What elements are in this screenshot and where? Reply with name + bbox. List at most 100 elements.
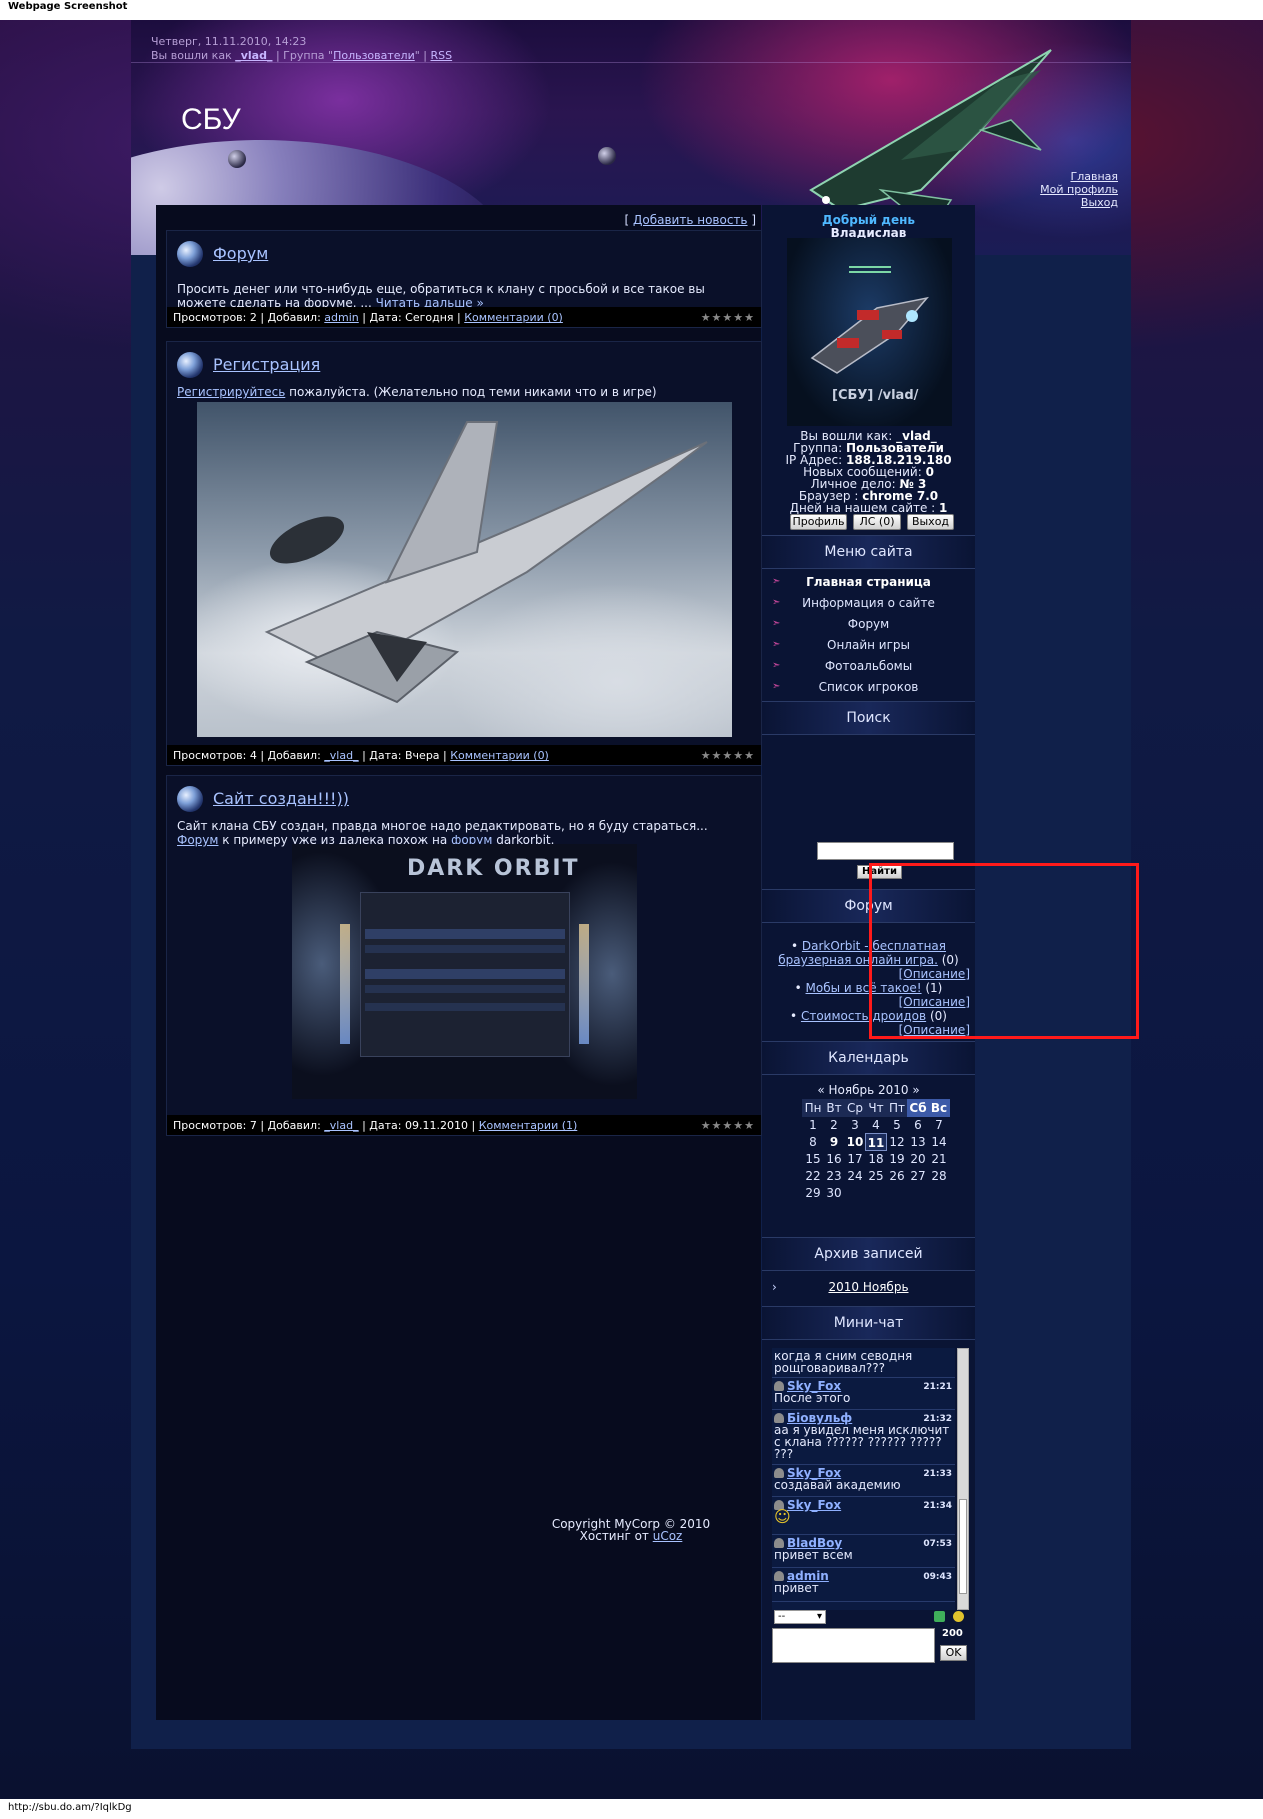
fighter-jet-drawing [264, 421, 708, 704]
author-link[interactable]: admin [324, 311, 358, 324]
rating-stars[interactable]: ★★★★★ [701, 1119, 755, 1132]
author-link[interactable]: _vlad_ [324, 749, 358, 762]
menu-item-info[interactable]: ➣ Информация о сайте [762, 594, 975, 612]
screenshot-caption: Webpage Screenshot [0, 0, 1263, 20]
menu-item-games[interactable]: ➣ Онлайн игры [762, 636, 975, 654]
logout-button[interactable]: Выход [907, 514, 954, 530]
rating-stars[interactable]: ★★★★★ [701, 749, 755, 762]
nav-profile-link[interactable]: Мой профиль [1040, 183, 1118, 196]
register-link[interactable]: Регистрируйтесь [177, 385, 285, 399]
moon-graphic [598, 147, 616, 165]
globe-icon [177, 241, 203, 267]
views-count: 7 [249, 1119, 257, 1132]
post-text: Регистрируйтесь пожалуйста. (Желательно … [177, 385, 752, 399]
comments-link[interactable]: Комментарии (1) [479, 1119, 578, 1132]
added-label: | Добавил: [260, 749, 321, 762]
date-label: | Дата: [362, 749, 402, 762]
chat-text: когда я сним севодня рощговаривал??? [774, 1349, 913, 1375]
content-column: [ Добавить новость ] Форум Просить денег… [156, 205, 762, 1720]
chat-username[interactable]: Sky_Fox [787, 1498, 841, 1512]
nav-home-link[interactable]: Главная [1040, 170, 1118, 183]
calendar-day: 4 [872, 1118, 880, 1132]
calendar-next[interactable]: » [912, 1083, 919, 1097]
calendar-day: 5 [893, 1118, 901, 1132]
chat-time: 21:33 [923, 1469, 952, 1479]
calendar-weekday: Ср [844, 1099, 866, 1117]
chat-message-header: Sky_Fox 21:34 [774, 1499, 953, 1511]
info-row: Дней на нашем сайте : 1 [789, 501, 948, 515]
add-news-link[interactable]: Добавить новость [633, 213, 747, 227]
arrow-icon: ➣ [772, 618, 781, 629]
add-news: [ Добавить новость ] [624, 213, 756, 227]
calendar-day[interactable]: 9 [823, 1133, 845, 1151]
search-title: Поиск [762, 701, 975, 735]
archive-link[interactable]: 2010 Ноябрь [828, 1280, 908, 1294]
menu-item-players[interactable]: ➣ Список игроков [762, 678, 975, 696]
chat-send-button[interactable]: OK [940, 1645, 967, 1661]
chat-message: admin 09:43 привет [772, 1568, 955, 1602]
views-label: Просмотров: [173, 311, 247, 324]
calendar-weekday: Пт [886, 1099, 908, 1117]
avatar-stripe [849, 266, 891, 268]
calendar-prev[interactable]: « [817, 1083, 824, 1097]
calendar-day: 24 [847, 1169, 863, 1183]
group-prefix: | Группа " [275, 49, 334, 62]
post-text: Просить денег или что-нибудь еще, обрати… [177, 282, 752, 310]
calendar-day: 1 [809, 1118, 817, 1132]
comments-link[interactable]: Комментарии (0) [450, 749, 549, 762]
site-title: СБУ [181, 103, 241, 136]
chat-smile-select[interactable]: -- ▾ [774, 1610, 826, 1624]
smile-icon[interactable] [953, 1611, 964, 1622]
calendar-day: 16 [826, 1152, 842, 1166]
header-divider [131, 62, 1131, 63]
archive-title: Архив записей [762, 1237, 975, 1271]
logged-prefix: Вы вошли как [151, 49, 232, 62]
menu-item-forum[interactable]: ➣ Форум [762, 615, 975, 633]
chat-message-input[interactable] [772, 1628, 935, 1663]
calendar-day: 19 [889, 1152, 905, 1166]
calendar-day[interactable]: 10 [844, 1133, 866, 1151]
chat-message: когда я сним севодня рощговаривал??? [772, 1348, 955, 1378]
rss-link[interactable]: RSS [431, 49, 453, 62]
fighter-jet-image [197, 402, 732, 737]
status-url: http://sbu.do.am/?IqlkDg [0, 1799, 1263, 1819]
user-buttons: Профиль ЛС (0) Выход [790, 514, 980, 530]
calendar-title: Календарь [762, 1041, 975, 1075]
added-label: | Добавил: [260, 311, 321, 324]
calendar-day: 13 [910, 1135, 926, 1149]
comments-link[interactable]: Комментарии (0) [464, 311, 563, 324]
messages-button[interactable]: ЛС (0) [853, 514, 901, 530]
author-link[interactable]: _vlad_ [324, 1119, 358, 1132]
refresh-icon[interactable] [934, 1611, 945, 1622]
chat-time: 21:34 [923, 1501, 952, 1511]
search-input[interactable] [817, 842, 954, 860]
menu-item-home[interactable]: ➣ Главная страница [762, 573, 975, 591]
user-icon [774, 1381, 784, 1391]
rating-stars[interactable]: ★★★★★ [701, 311, 755, 324]
profile-button[interactable]: Профиль [790, 514, 847, 530]
ucoz-link[interactable]: uCoz [653, 1529, 683, 1543]
post-title-link[interactable]: Форум [213, 244, 268, 263]
chat-text: привет [774, 1581, 819, 1595]
post-title-link[interactable]: Сайт создан!!!)) [213, 789, 349, 808]
user-icon [774, 1571, 784, 1581]
calendar-day: 12 [889, 1135, 905, 1149]
calendar-day: 28 [931, 1169, 947, 1183]
post-title-link[interactable]: Регистрация [213, 355, 320, 374]
calendar-day: 22 [805, 1169, 821, 1183]
nav-logout-link[interactable]: Выход [1040, 196, 1118, 209]
calendar-day[interactable]: 11 [865, 1133, 887, 1151]
menu-item-photos[interactable]: ➣ Фотоальбомы [762, 657, 975, 675]
calendar-day: 25 [868, 1169, 884, 1183]
user-link[interactable]: _vlad_ [235, 49, 272, 62]
calendar-weekday: Сб [907, 1099, 929, 1117]
avatar: [СБУ] /vlad/ [787, 238, 952, 426]
group-suffix: " | [414, 49, 428, 62]
chat-scrollbar[interactable] [957, 1348, 969, 1610]
scroll-thumb[interactable] [959, 1499, 967, 1594]
group-link[interactable]: Пользователи [333, 49, 415, 62]
avatar-tag: [СБУ] /vlad/ [832, 388, 919, 403]
forum-link[interactable]: Форум [177, 833, 218, 847]
moon-graphic [228, 150, 246, 168]
calendar-day: 8 [809, 1135, 817, 1149]
